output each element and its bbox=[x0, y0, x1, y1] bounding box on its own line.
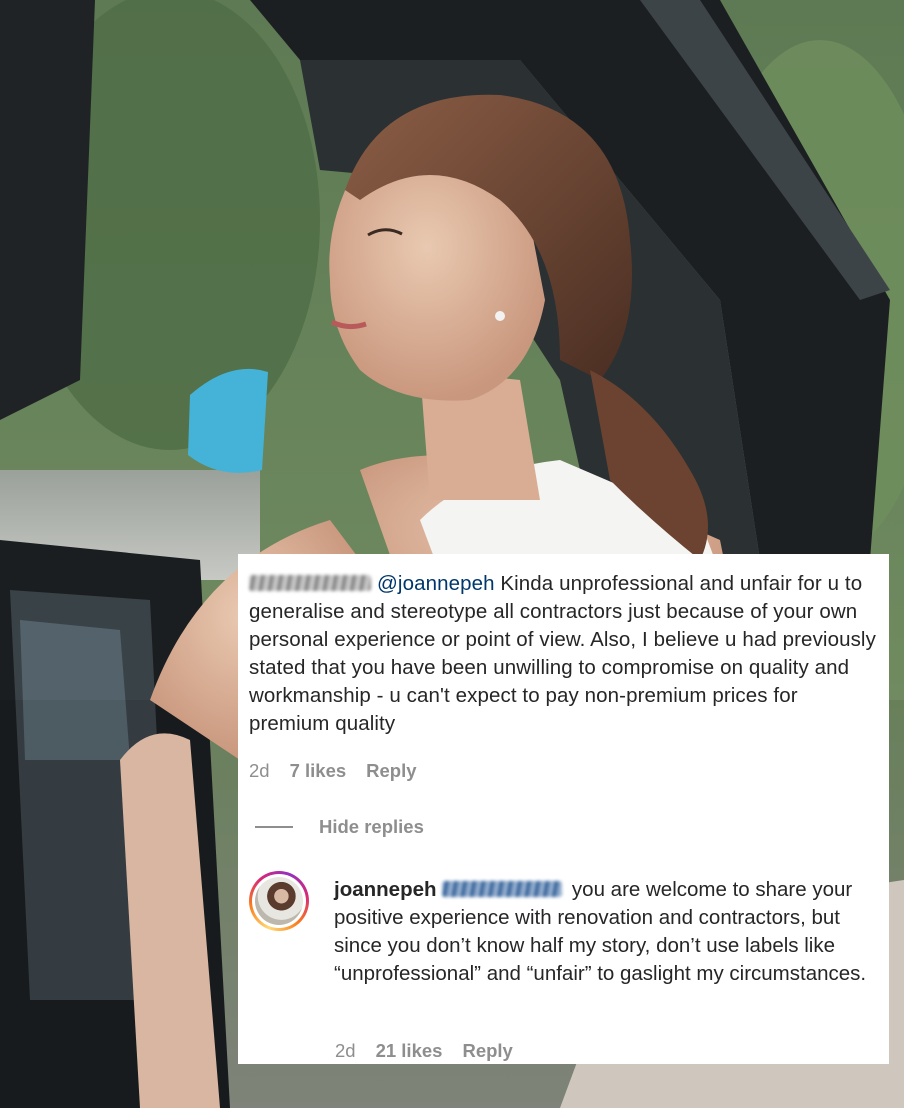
comment-body: @joannepeh Kinda unprofessional and unfa… bbox=[249, 570, 879, 738]
redacted-username[interactable] bbox=[249, 575, 371, 591]
hide-replies-label: Hide replies bbox=[319, 816, 424, 837]
redacted-mention[interactable] bbox=[442, 881, 563, 897]
reply-body: joannepeh you are welcome to share your … bbox=[334, 876, 874, 988]
avatar-image bbox=[255, 877, 303, 925]
reply-age: 2d bbox=[335, 1040, 356, 1061]
divider-line bbox=[255, 826, 293, 828]
comment-likes[interactable]: 7 likes bbox=[290, 760, 347, 782]
avatar[interactable] bbox=[249, 871, 309, 931]
reply-meta: 2d 21 likes Reply bbox=[335, 1040, 513, 1062]
comment-meta: 2d 7 likes Reply bbox=[249, 760, 417, 782]
comment-mention[interactable]: @joannepeh bbox=[377, 572, 495, 595]
comment-age: 2d bbox=[249, 760, 270, 781]
comment-reply-button[interactable]: Reply bbox=[366, 760, 416, 782]
comment-text: Kinda unprofessional and unfair for u to… bbox=[249, 572, 876, 735]
comment-card: @joannepeh Kinda unprofessional and unfa… bbox=[238, 554, 889, 1064]
hide-replies-button[interactable]: Hide replies bbox=[255, 816, 424, 838]
reply-username[interactable]: joannepeh bbox=[334, 878, 437, 901]
reply-likes[interactable]: 21 likes bbox=[376, 1040, 443, 1062]
reply-reply-button[interactable]: Reply bbox=[462, 1040, 512, 1062]
